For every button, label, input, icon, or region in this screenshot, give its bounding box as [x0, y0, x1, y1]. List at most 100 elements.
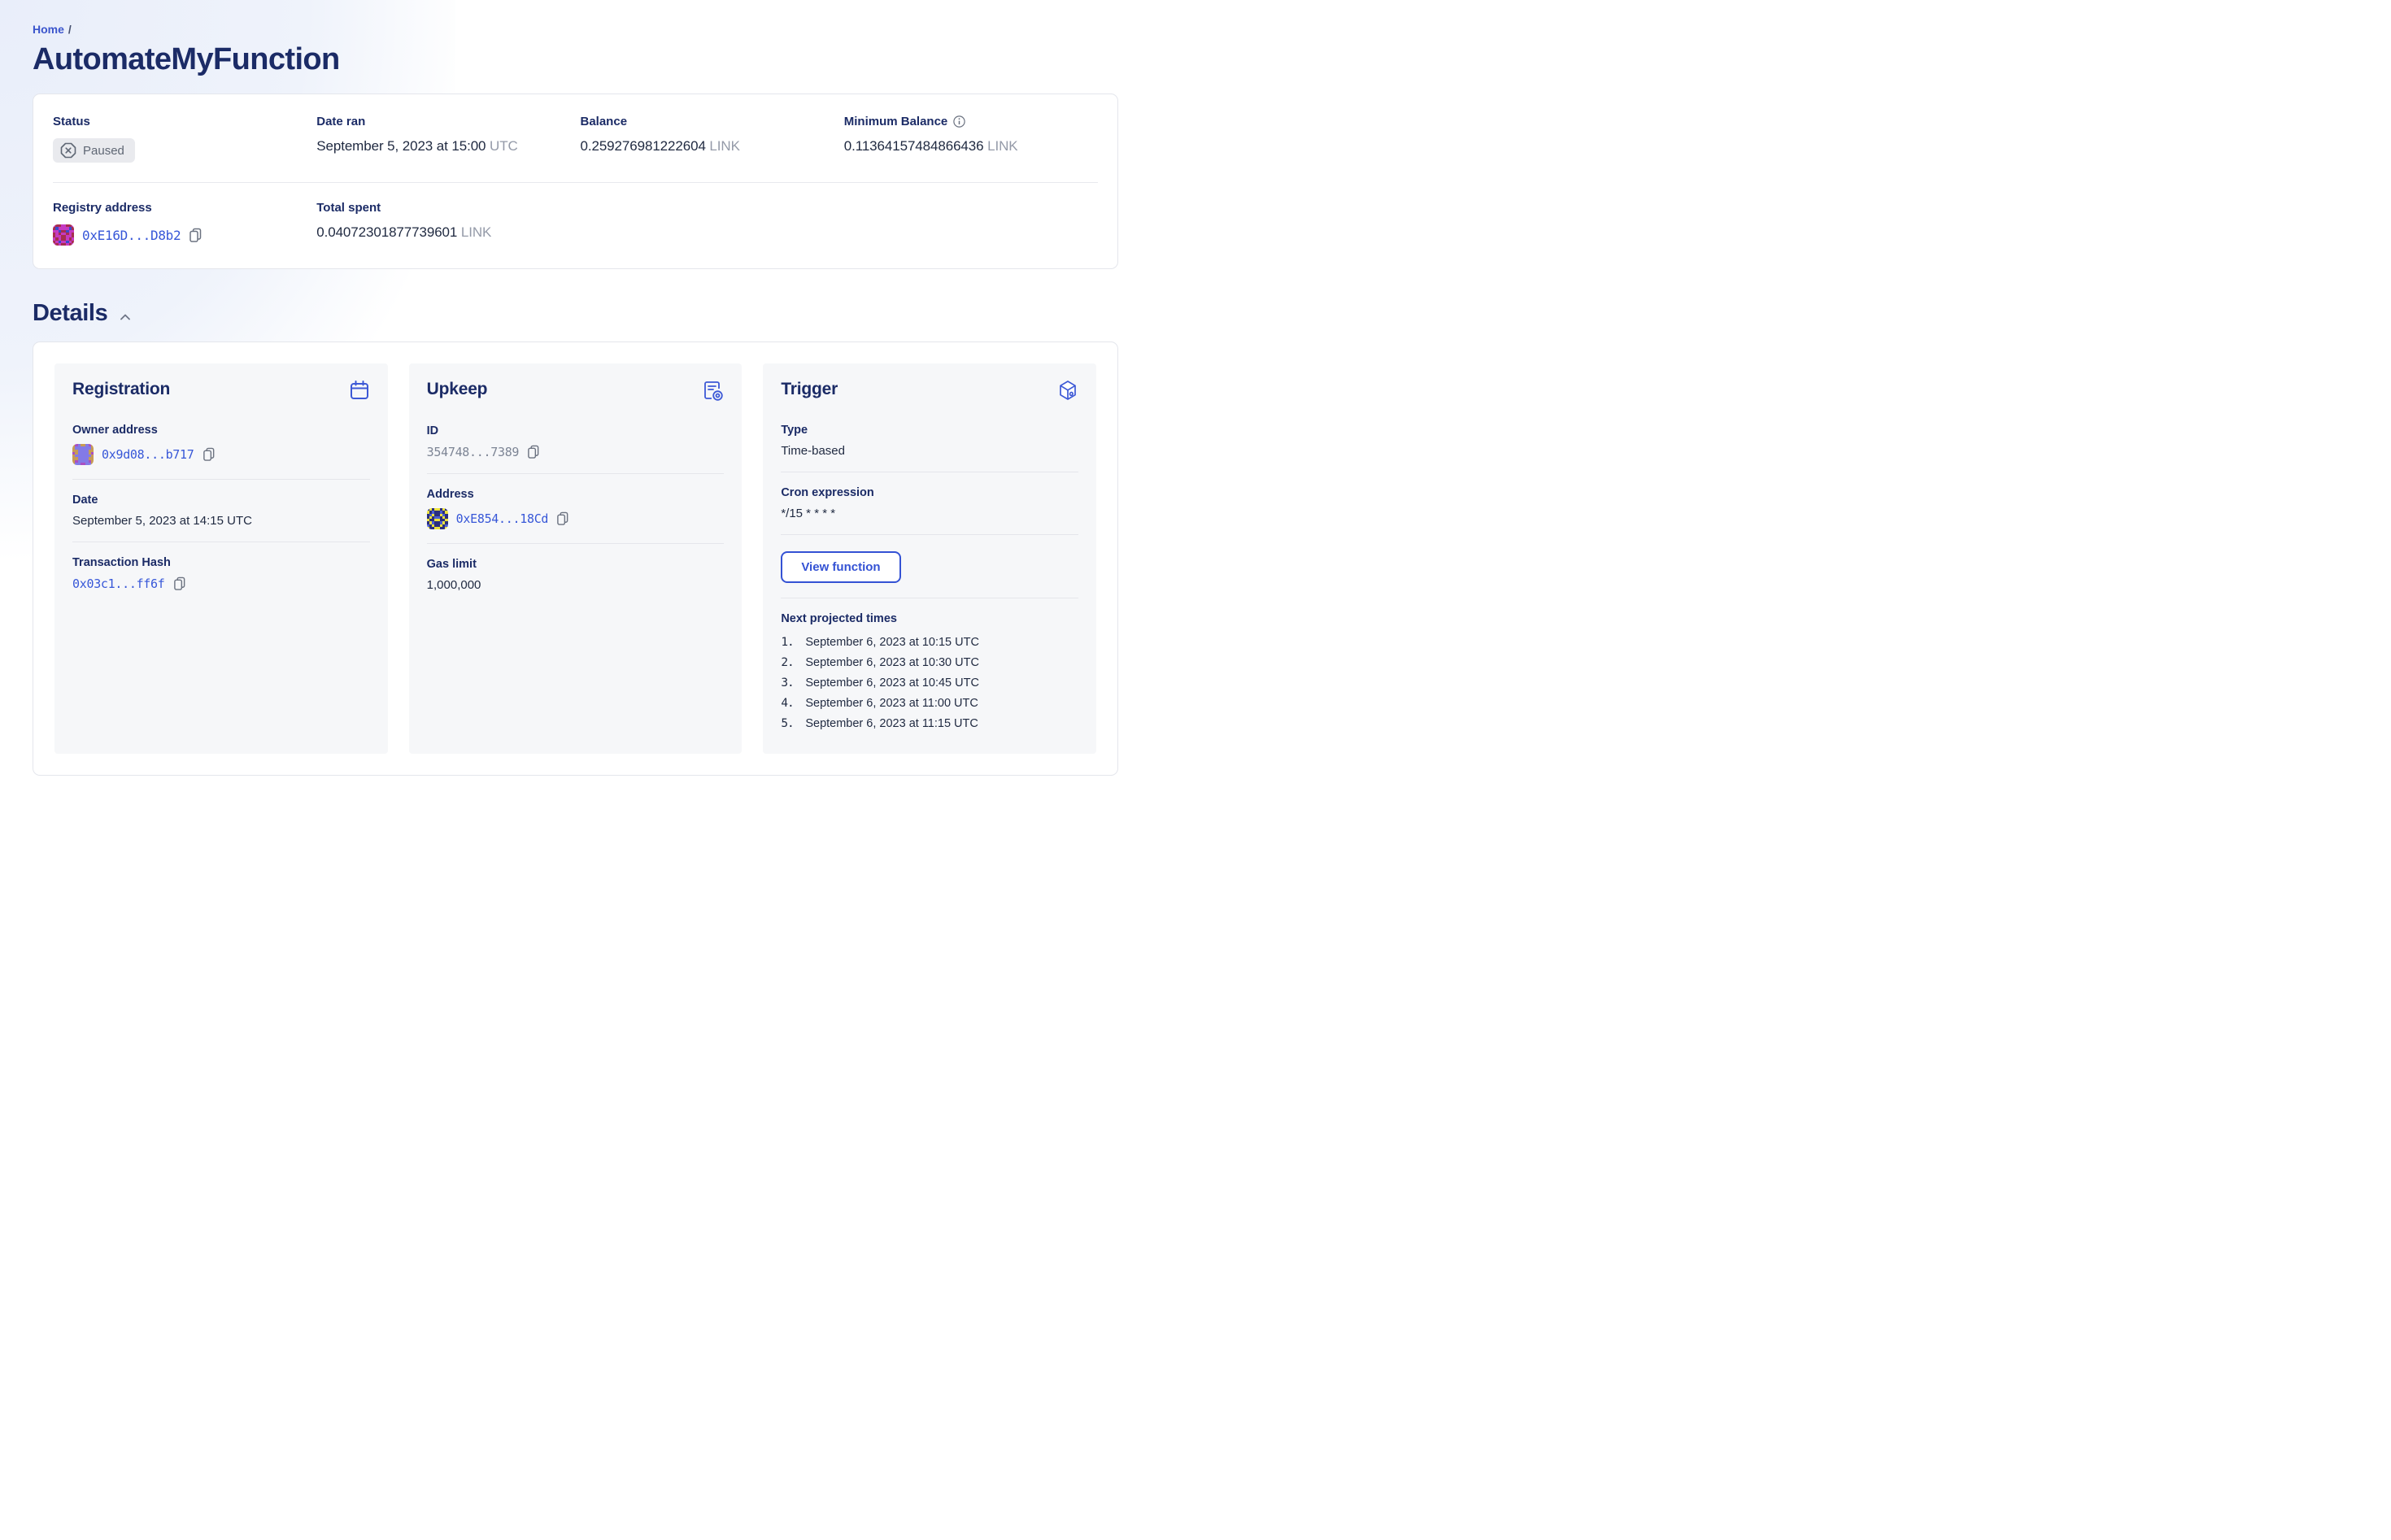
- copy-icon[interactable]: [189, 228, 203, 243]
- page-title: AutomateMyFunction: [33, 42, 340, 76]
- balance-value: 0.259276981222604: [580, 138, 706, 154]
- registration-card: Registration Owner address 0x9d08...b717…: [54, 363, 388, 754]
- trigger-type-label: Type: [781, 424, 808, 437]
- item-number: 3.: [781, 676, 794, 690]
- transaction-hash-link[interactable]: 0x03c1...ff6f: [72, 576, 165, 591]
- transaction-hash-label: Transaction Hash: [72, 556, 171, 569]
- collapse-details-button[interactable]: [117, 311, 133, 324]
- section-divider: [426, 543, 725, 544]
- owner-identicon: [72, 444, 94, 465]
- registration-date-label: Date: [72, 494, 98, 507]
- projected-times-field: Next projected times 1. September 6, 202…: [781, 612, 1078, 734]
- registry-address-field: Registry address 0xE16D...D8b2: [53, 201, 307, 246]
- link-suffix: LINK: [460, 224, 492, 240]
- utc-suffix: UTC: [490, 138, 518, 154]
- home-link[interactable]: Home: [33, 23, 64, 36]
- gas-limit-field: Gas limit 1,000,000: [427, 558, 725, 592]
- item-text: September 6, 2023 at 10:30 UTC: [805, 656, 979, 669]
- owner-address-label: Owner address: [72, 424, 158, 437]
- upkeep-identicon: [426, 508, 448, 529]
- total-spent-label: Total spent: [316, 201, 381, 215]
- balance-label: Balance: [580, 115, 628, 128]
- item-text: September 6, 2023 at 11:00 UTC: [805, 697, 978, 710]
- link-suffix: LINK: [987, 138, 1018, 154]
- overview-card: Status Paused Date ran September 5, 2023…: [33, 94, 1118, 269]
- min-balance-label: Minimum Balance: [843, 115, 948, 128]
- copy-icon[interactable]: [556, 511, 569, 526]
- item-number: 5.: [781, 717, 794, 730]
- balance-field: Balance 0.259276981222604 LINK: [581, 115, 834, 163]
- owner-address-field: Owner address 0x9d08...b717: [72, 424, 370, 465]
- trigger-card: Trigger Type Time-based Cron expression …: [763, 363, 1096, 754]
- chevron-up-icon: [120, 314, 131, 320]
- projected-times-label: Next projected times: [781, 612, 897, 625]
- cron-expression-label: Cron expression: [781, 486, 874, 499]
- trigger-type-field: Type Time-based: [781, 424, 1078, 458]
- document-gear-icon: [702, 380, 724, 402]
- calendar-icon: [349, 380, 370, 401]
- owner-address-link[interactable]: 0x9d08...b717: [102, 447, 194, 462]
- min-balance-field: Minimum Balance 0.11364157484866436 LINK: [844, 115, 1098, 163]
- details-heading: Details: [33, 300, 108, 326]
- breadcrumb-separator: /: [68, 23, 72, 36]
- item-text: September 6, 2023 at 10:15 UTC: [805, 636, 979, 649]
- transaction-hash-field: Transaction Hash 0x03c1...ff6f: [72, 556, 370, 591]
- registration-date-field: Date September 5, 2023 at 14:15 UTC: [72, 494, 370, 528]
- min-balance-value: 0.11364157484866436: [843, 138, 984, 154]
- cron-expression-field: Cron expression */15 * * * *: [781, 486, 1078, 520]
- total-spent-value: 0.04072301877739601: [316, 224, 458, 240]
- upkeep-detail-page: Home / AutomateMyFunction Status Paused: [0, 0, 1196, 776]
- section-divider: [72, 479, 370, 480]
- upkeep-address-label: Address: [426, 488, 474, 501]
- copy-icon[interactable]: [173, 576, 186, 591]
- registry-address-link[interactable]: 0xE16D...D8b2: [82, 228, 181, 243]
- x-octagon-icon: [60, 142, 76, 159]
- projected-time-item: 2. September 6, 2023 at 10:30 UTC: [781, 653, 1078, 673]
- view-function-button[interactable]: View function: [781, 551, 901, 583]
- item-number: 4.: [781, 697, 794, 710]
- projected-time-item: 4. September 6, 2023 at 11:00 UTC: [781, 694, 1078, 714]
- copy-icon[interactable]: [203, 447, 216, 462]
- trigger-type-value: Time-based: [781, 444, 845, 458]
- status-badge-label: Paused: [83, 143, 124, 158]
- info-icon[interactable]: [953, 115, 965, 128]
- overview-divider: [53, 182, 1098, 183]
- cron-expression-value: */15 * * * *: [781, 507, 836, 520]
- projected-time-item: 5. September 6, 2023 at 11:15 UTC: [781, 714, 1078, 734]
- upkeep-id-value: 354748...7389: [426, 445, 520, 459]
- gas-limit-value: 1,000,000: [426, 578, 481, 592]
- total-spent-field: Total spent 0.04072301877739601 LINK: [316, 201, 570, 246]
- copy-icon[interactable]: [527, 445, 540, 459]
- registry-address-label: Registry address: [53, 201, 152, 215]
- date-ran-field: Date ran September 5, 2023 at 15:00 UTC: [316, 115, 570, 163]
- date-ran-value: September 5, 2023 at 15:00: [316, 138, 486, 154]
- projected-times-list: 1. September 6, 2023 at 10:15 UTC 2. Sep…: [781, 633, 1078, 734]
- status-badge: Paused: [53, 138, 135, 163]
- registration-date-value: September 5, 2023 at 14:15 UTC: [72, 514, 252, 528]
- date-ran-label: Date ran: [316, 115, 366, 128]
- details-panel: Registration Owner address 0x9d08...b717…: [33, 341, 1118, 776]
- registration-title: Registration: [72, 380, 171, 398]
- upkeep-address-link[interactable]: 0xE854...18Cd: [456, 511, 549, 526]
- upkeep-address-field: Address 0xE854...18Cd: [426, 488, 725, 529]
- projected-time-item: 1. September 6, 2023 at 10:15 UTC: [781, 633, 1078, 653]
- status-field: Status Paused: [53, 115, 307, 163]
- upkeep-card: Upkeep ID 354748...7389 Address 0xE854..…: [408, 363, 743, 754]
- status-label: Status: [53, 115, 90, 128]
- item-text: September 6, 2023 at 10:45 UTC: [805, 676, 979, 690]
- item-number: 1.: [781, 636, 794, 649]
- cube-icon: [1057, 380, 1078, 401]
- link-suffix: LINK: [709, 138, 740, 154]
- section-divider: [781, 534, 1078, 535]
- upkeep-title: Upkeep: [426, 380, 488, 398]
- breadcrumb: Home /: [33, 21, 1118, 37]
- registry-identicon: [53, 224, 74, 246]
- trigger-title: Trigger: [781, 380, 838, 398]
- section-divider: [426, 473, 725, 474]
- item-number: 2.: [781, 656, 794, 669]
- gas-limit-label: Gas limit: [426, 558, 477, 571]
- upkeep-id-label: ID: [426, 424, 439, 437]
- item-text: September 6, 2023 at 11:15 UTC: [805, 717, 978, 730]
- projected-time-item: 3. September 6, 2023 at 10:45 UTC: [781, 673, 1078, 694]
- upkeep-id-field: ID 354748...7389: [427, 424, 725, 459]
